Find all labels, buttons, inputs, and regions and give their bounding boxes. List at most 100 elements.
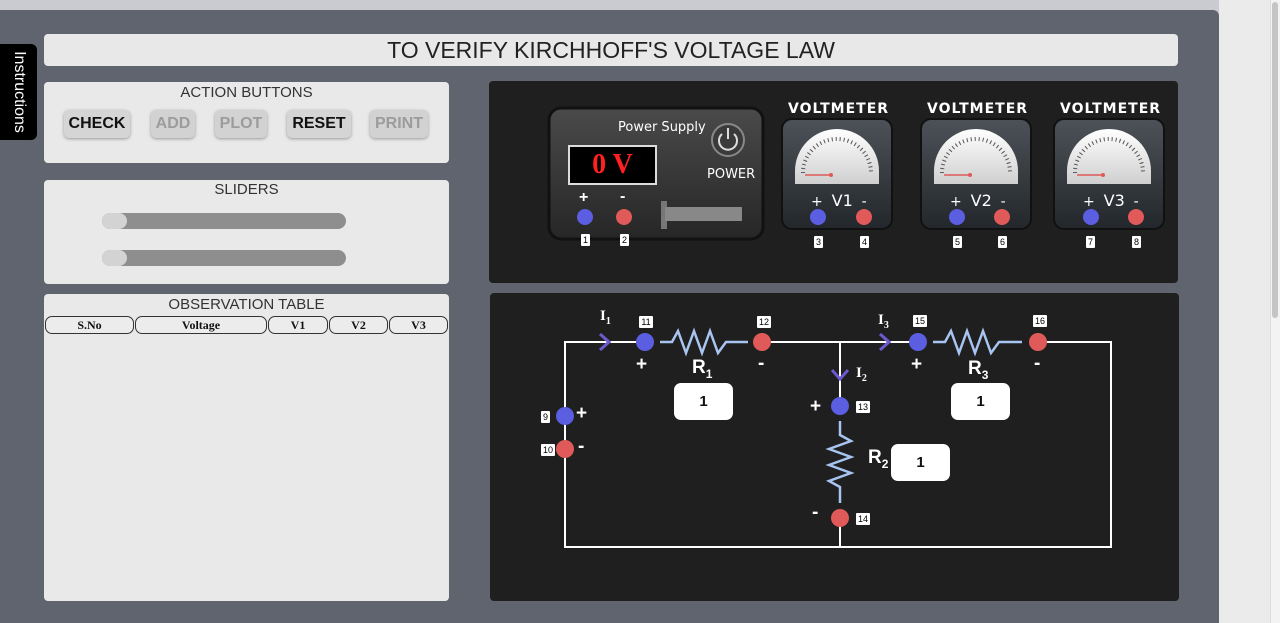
terminal-tag-6: 6 — [998, 236, 1007, 248]
r1-value-input[interactable]: 1 — [674, 383, 733, 420]
voltmeter-3-title: VOLTMETER — [1060, 101, 1162, 117]
node-tag-9: 9 — [541, 411, 550, 423]
voltmeter-3-minus: - — [1133, 194, 1139, 210]
column-header-sno: S.No — [45, 316, 134, 334]
label-r1: R1 — [692, 357, 713, 381]
sliders-title: SLIDERS — [214, 181, 279, 198]
instructions-label: Instructions — [10, 51, 28, 133]
voltmeter-1-negative-terminal[interactable] — [856, 209, 872, 225]
scrollbar-thumb[interactable] — [1272, 2, 1278, 318]
slider-2[interactable] — [102, 250, 346, 266]
label-r3: R3 — [968, 358, 989, 382]
column-header-v2: V2 — [329, 316, 388, 334]
voltmeter-2-negative-terminal[interactable] — [994, 209, 1010, 225]
observation-table-panel: OBSERVATION TABLE S.No Voltage V1 V2 V3 — [44, 294, 449, 601]
terminal-tag-1: 1 — [581, 234, 590, 246]
power-label: POWER — [707, 167, 756, 182]
node-tag-12: 12 — [757, 316, 771, 328]
node-13-terminal[interactable] — [831, 397, 849, 415]
terminal-tag-8: 8 — [1132, 236, 1141, 248]
node-14-terminal[interactable] — [831, 509, 849, 527]
node-tag-13: 13 — [856, 401, 870, 413]
power-positive-terminal[interactable] — [577, 209, 593, 225]
equipment-panel: Power Supply 0 V POWER + - 1 2 VOLTMETER… — [489, 81, 1178, 283]
plot-button[interactable]: PLOT — [215, 110, 267, 138]
voltmeter-1-label: V1 — [831, 191, 853, 210]
instructions-tab[interactable]: Instructions — [0, 44, 37, 140]
slider-2-handle[interactable] — [102, 250, 127, 266]
slider-1-handle[interactable] — [102, 213, 127, 229]
voltmeter-2-plus: + — [950, 194, 962, 210]
check-button[interactable]: CHECK — [64, 110, 130, 138]
voltage-adjust-slider[interactable] — [665, 207, 742, 221]
voltmeter-1-positive-terminal[interactable] — [810, 209, 826, 225]
node-11-terminal[interactable] — [636, 333, 654, 351]
terminal-tag-2: 2 — [620, 234, 629, 246]
voltmeter-2 — [920, 118, 1032, 230]
terminal-tag-4: 4 — [860, 236, 869, 248]
slider-1[interactable] — [102, 213, 346, 229]
node-12-terminal[interactable] — [753, 333, 771, 351]
r3-minus-mark: - — [1034, 353, 1041, 374]
r2-minus-mark: - — [812, 502, 819, 523]
resistor-r2 — [825, 421, 855, 503]
r2-value-input[interactable]: 1 — [891, 444, 950, 481]
power-negative-terminal[interactable] — [616, 209, 632, 225]
voltmeter-1-plus: + — [811, 194, 823, 210]
resistor-r1 — [660, 327, 748, 357]
circuit-diagram — [556, 327, 1112, 548]
wire-left-top — [564, 341, 645, 410]
resistor-r3 — [933, 327, 1022, 357]
voltmeter-3-positive-terminal[interactable] — [1083, 209, 1099, 225]
voltmeter-3-plus: + — [1083, 194, 1095, 210]
voltmeter-2-label: V2 — [970, 191, 992, 210]
voltmeter-1 — [781, 118, 893, 230]
action-buttons-title: ACTION BUTTONS — [180, 84, 313, 101]
observation-table-title: OBSERVATION TABLE — [168, 296, 325, 313]
column-header-v1: V1 — [268, 316, 328, 334]
r2-plus-mark: + — [810, 396, 822, 417]
node-tag-11: 11 — [639, 316, 653, 328]
voltmeter-3-negative-terminal[interactable] — [1128, 209, 1144, 225]
column-header-v3: V3 — [389, 316, 448, 334]
voltmeter-1-minus: - — [861, 194, 867, 210]
terminal-tag-5: 5 — [953, 236, 962, 248]
voltmeter-3-label: V3 — [1103, 191, 1125, 210]
node-tag-14: 14 — [856, 513, 870, 525]
r1-plus-mark: + — [636, 354, 648, 375]
r3-value-input[interactable]: 1 — [951, 383, 1010, 420]
label-i3: I3 — [878, 312, 889, 331]
voltmeter-2-positive-terminal[interactable] — [949, 209, 965, 225]
column-header-voltage: Voltage — [135, 316, 267, 334]
voltmeter-1-title: VOLTMETER — [788, 101, 890, 117]
label-r2: R2 — [868, 447, 889, 471]
node-16-terminal[interactable] — [1029, 333, 1047, 351]
node-9-terminal[interactable] — [556, 407, 574, 425]
print-button[interactable]: PRINT — [370, 110, 428, 138]
circuit-panel: I1 I3 I2 R1 R3 R2 1 1 1 + - + - + - + - … — [490, 293, 1179, 601]
node-tag-15: 15 — [913, 315, 927, 327]
source-plus-mark: + — [576, 403, 588, 424]
r1-minus-mark: - — [758, 353, 765, 374]
page-title: TO VERIFY KIRCHHOFF'S VOLTAGE LAW — [44, 34, 1178, 66]
observation-table: S.No Voltage V1 V2 V3 — [45, 316, 448, 334]
action-buttons-panel: ACTION BUTTONS CHECK ADD PLOT RESET PRIN… — [44, 82, 449, 163]
node-15-terminal[interactable] — [909, 333, 927, 351]
voltmeter-3 — [1053, 118, 1165, 230]
voltmeter-2-minus: - — [1000, 194, 1006, 210]
voltmeter-2-title: VOLTMETER — [927, 101, 1029, 117]
source-minus-mark: - — [578, 436, 585, 457]
power-supply-readout: 0 V — [592, 149, 633, 180]
node-10-terminal[interactable] — [556, 440, 574, 458]
label-i1: I1 — [600, 308, 611, 327]
power-minus-label: - — [620, 188, 626, 205]
power-plus-label: + — [579, 189, 589, 206]
r3-plus-mark: + — [911, 354, 923, 375]
label-i2: I2 — [856, 365, 867, 384]
terminal-tag-7: 7 — [1086, 236, 1095, 248]
node-tag-10: 10 — [541, 444, 555, 456]
reset-button[interactable]: RESET — [287, 110, 351, 138]
terminal-tag-3: 3 — [814, 236, 823, 248]
add-button[interactable]: ADD — [151, 110, 195, 138]
power-supply-title: Power Supply — [618, 120, 706, 135]
